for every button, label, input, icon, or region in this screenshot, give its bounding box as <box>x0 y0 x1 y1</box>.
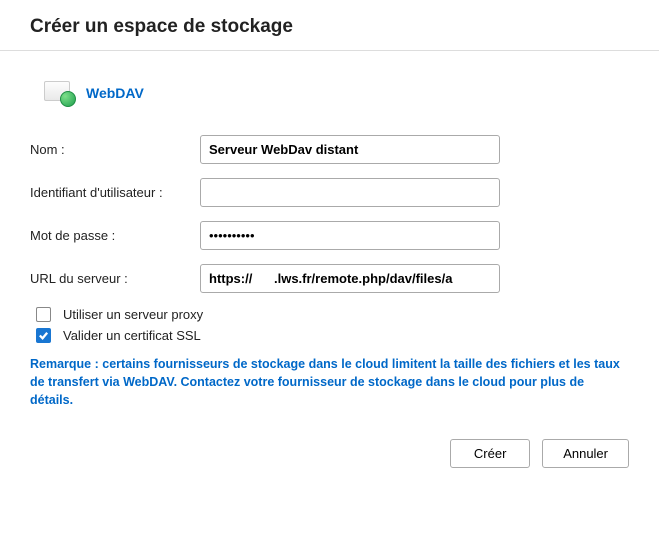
provider-row: WebDAV <box>30 79 629 107</box>
name-field[interactable] <box>200 135 500 164</box>
page-title: Créer un espace de stockage <box>30 16 629 38</box>
password-label: Mot de passe : <box>30 228 200 243</box>
ssl-checkbox-row[interactable]: Valider un certificat SSL <box>30 328 629 343</box>
cancel-button[interactable]: Annuler <box>542 439 629 468</box>
ssl-checkbox-label: Valider un certificat SSL <box>63 328 201 343</box>
note-text: Remarque : certains fournisseurs de stoc… <box>30 355 629 409</box>
proxy-checkbox-row[interactable]: Utiliser un serveur proxy <box>30 307 629 322</box>
url-label: URL du serveur : <box>30 271 200 286</box>
user-label: Identifiant d'utilisateur : <box>30 185 200 200</box>
user-field[interactable] <box>200 178 500 207</box>
provider-name: WebDAV <box>86 85 144 101</box>
proxy-checkbox[interactable] <box>36 307 51 322</box>
proxy-checkbox-label: Utiliser un serveur proxy <box>63 307 203 322</box>
ssl-checkbox[interactable] <box>36 328 51 343</box>
url-field[interactable] <box>200 264 500 293</box>
password-field[interactable] <box>200 221 500 250</box>
webdav-icon <box>44 79 76 107</box>
name-label: Nom : <box>30 142 200 157</box>
create-button[interactable]: Créer <box>450 439 530 468</box>
